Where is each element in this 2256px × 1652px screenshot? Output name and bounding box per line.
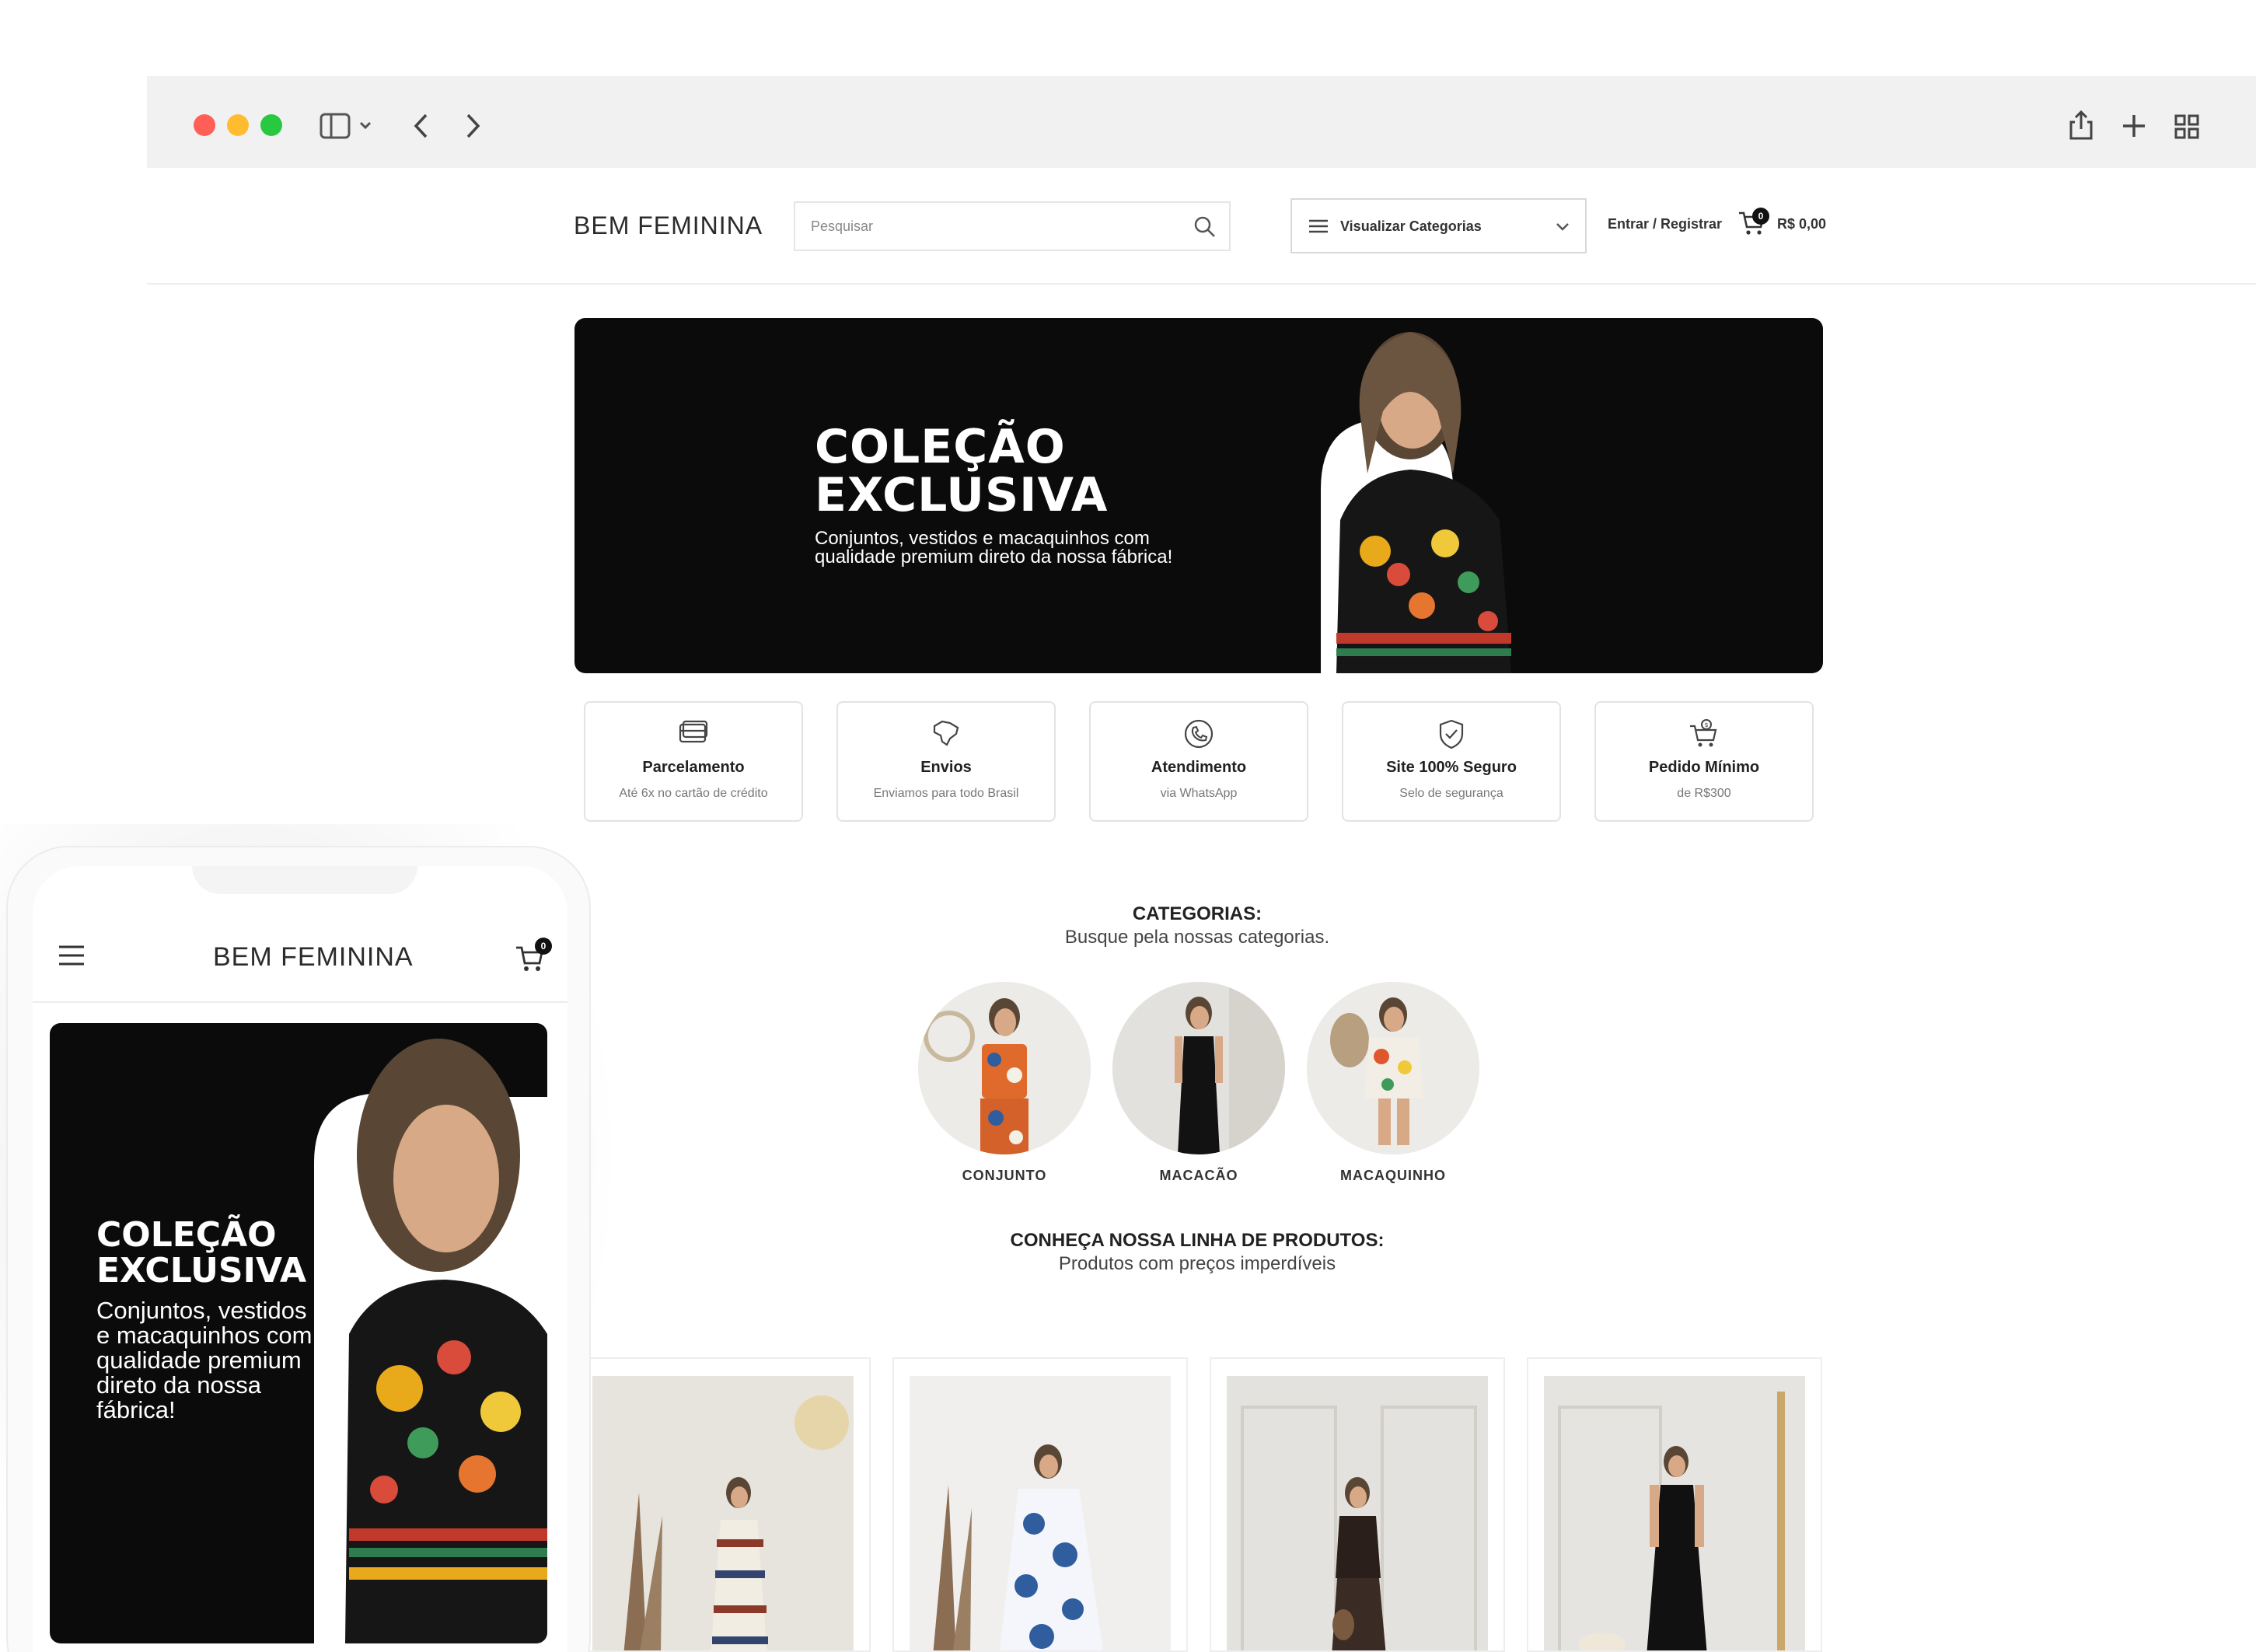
phone-icon [1182,718,1215,753]
categories-subtitle: Busque pela nossas categorias. [1064,927,1330,948]
category-label[interactable]: CONJUNTO [918,1168,1091,1184]
hamburger-menu-icon[interactable] [58,944,86,971]
mobile-logo[interactable]: BEM FEMININA [213,942,414,973]
new-tab-icon[interactable] [2121,113,2147,139]
feature-title: Pedido Mínimo [1648,759,1760,776]
feature-subtitle: Até 6x no cartão de crédito [619,787,768,800]
products-title: CONHEÇA NOSSA LINHA DE PRODUTOS: [1010,1230,1385,1251]
mobile-mockup: BEM FEMININA 0 COLEÇÃO EXCLUSIVA Conjunt… [6,846,591,1652]
phone-notch [192,866,417,894]
search-input[interactable] [811,211,1176,242]
feature-title: Atendimento [1151,759,1247,776]
categories-dropdown[interactable]: Visualizar Categorias [1290,198,1587,253]
feature-title: Envios [920,759,972,776]
feature-card-envios: Envios Enviamos para todo Brasil [836,701,1056,822]
sidebar-toggle-icon[interactable] [319,112,373,140]
maximize-window-button[interactable] [260,114,282,136]
mobile-screen: BEM FEMININA 0 COLEÇÃO EXCLUSIVA Conjunt… [33,866,567,1652]
search-bar [794,201,1231,251]
products-subtitle: Produtos com preços imperdíveis [1058,1253,1336,1274]
feature-subtitle: Enviamos para todo Brasil [873,787,1019,800]
feature-title: Site 100% Seguro [1386,759,1517,776]
svg-text:$: $ [1704,721,1708,728]
product-card[interactable] [1210,1357,1505,1652]
hero-subtitle: Conjuntos, vestidos e macaquinhos com qu… [815,528,1173,568]
credit-card-icon [677,718,710,750]
search-icon[interactable] [1193,215,1217,243]
product-card[interactable] [892,1357,1188,1652]
hero-banner[interactable]: COLEÇÃO EXCLUSIVA Conjuntos, vestidos e … [574,318,1823,673]
mobile-cart-count-badge: 0 [535,938,552,955]
mobile-header-divider [33,1001,567,1003]
category-label[interactable]: MACAQUINHO [1307,1168,1479,1184]
product-card[interactable] [1527,1357,1822,1652]
feature-subtitle: Selo de segurança [1399,787,1503,800]
close-window-button[interactable] [194,114,215,136]
brazil-map-icon [930,718,962,752]
site-logo[interactable]: BEM FEMININA [574,211,763,240]
cart-count-badge: 0 [1752,208,1769,225]
chevron-down-icon [1556,222,1570,236]
hero-title: COLEÇÃO EXCLUSIVA [815,420,1109,522]
mobile-hero-banner[interactable]: COLEÇÃO EXCLUSIVA Conjuntos, vestidos e … [50,1023,547,1643]
feature-card-seguro: Site 100% Seguro Selo de segurança [1342,701,1561,822]
mobile-hero-model-image [314,1039,547,1643]
product-image [1544,1376,1805,1650]
shield-check-icon [1435,718,1468,753]
login-register-link[interactable]: Entrar / Registrar [1608,216,1722,232]
feature-subtitle: via WhatsApp [1160,787,1238,800]
feature-card-atendimento: Atendimento via WhatsApp [1089,701,1308,822]
mobile-hero-subtitle: Conjuntos, vestidos e macaquinhos com qu… [96,1297,313,1423]
product-image [592,1376,854,1650]
cart-money-icon: $ [1688,718,1720,753]
feature-card-pedido-minimo: $ Pedido Mínimo de R$300 [1594,701,1814,822]
category-image-macacao[interactable] [1112,982,1285,1154]
feature-title: Parcelamento [642,759,745,776]
hero-model-image [1321,332,1511,673]
category-image-macaquinho[interactable] [1307,982,1479,1154]
back-icon[interactable] [412,113,431,139]
product-image [910,1376,1171,1650]
category-label[interactable]: MACACÃO [1112,1168,1285,1184]
forward-icon[interactable] [463,113,482,139]
share-icon[interactable] [2068,109,2094,141]
categories-title: CATEGORIAS: [1132,903,1262,924]
product-image [1227,1376,1488,1650]
cart-total[interactable]: R$ 0,00 [1777,216,1826,232]
feature-subtitle: de R$300 [1677,787,1731,800]
category-image-conjunto[interactable] [918,982,1091,1154]
menu-icon [1309,218,1328,238]
categories-dropdown-label: Visualizar Categorias [1340,218,1482,234]
feature-card-parcelamento: Parcelamento Até 6x no cartão de crédito [584,701,803,822]
tab-overview-icon[interactable] [2174,114,2200,140]
minimize-window-button[interactable] [227,114,249,136]
mobile-hero-title: COLEÇÃO EXCLUSIVA [96,1215,307,1291]
